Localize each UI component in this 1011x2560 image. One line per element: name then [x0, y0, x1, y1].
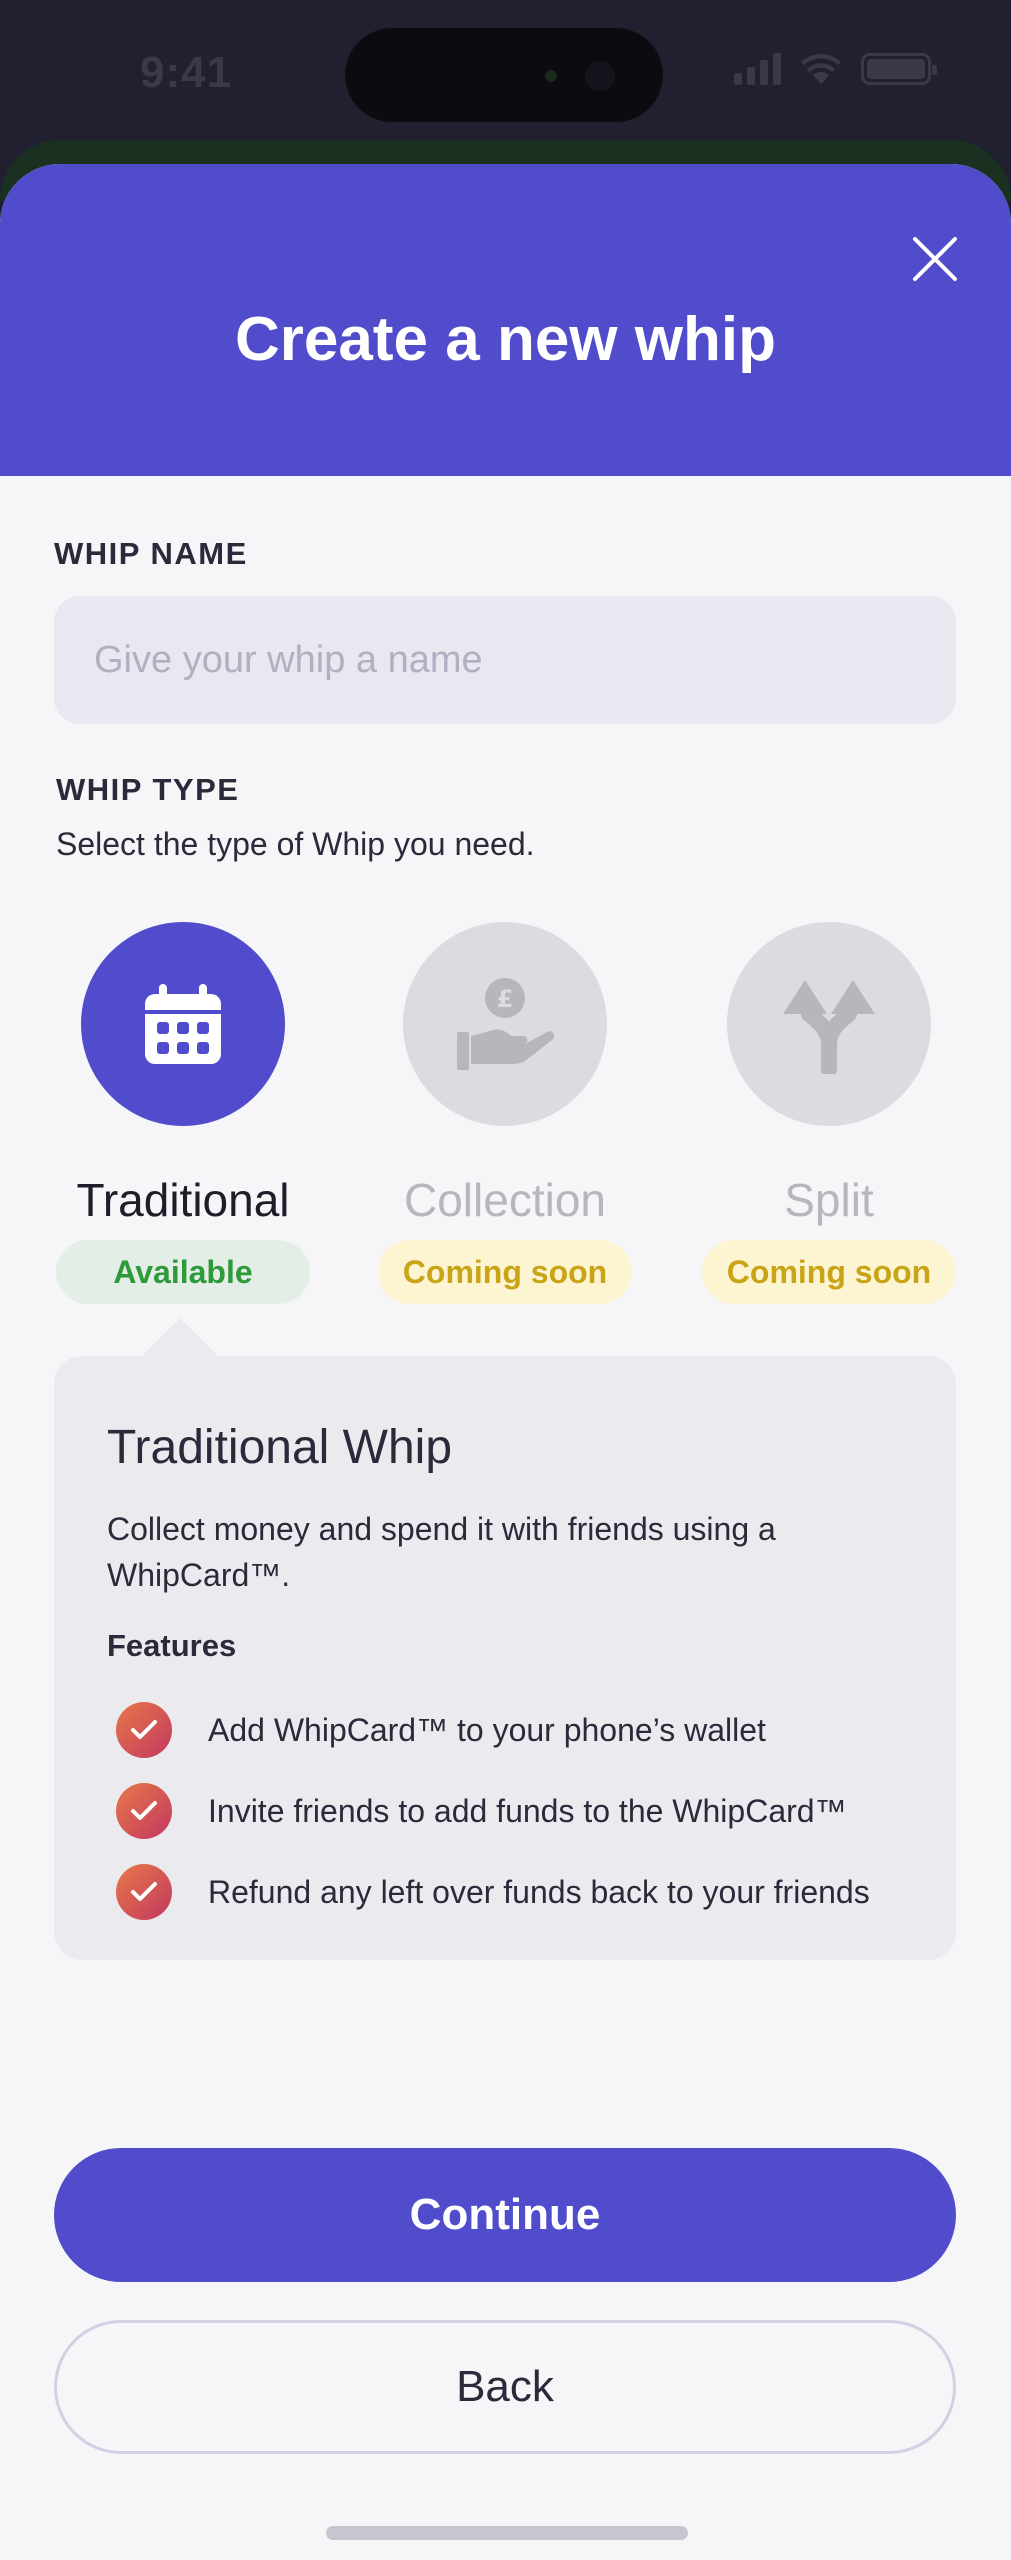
pound-hand-icon: £	[457, 978, 555, 1070]
whip-name-label: WHIP NAME	[54, 536, 248, 571]
type-circle-collection: £	[403, 922, 607, 1126]
dynamic-island	[345, 28, 663, 122]
battery-icon	[861, 53, 937, 85]
info-card-title: Traditional Whip	[107, 1421, 453, 1474]
check-icon	[116, 1783, 172, 1839]
check-icon	[116, 1702, 172, 1758]
type-circle-traditional	[81, 922, 285, 1126]
features-heading: Features	[107, 1628, 237, 1663]
whip-name-input[interactable]	[54, 596, 956, 724]
type-option-traditional[interactable]: Traditional Available	[53, 922, 313, 1304]
feature-text: Invite friends to add funds to the WhipC…	[208, 1792, 847, 1829]
split-arrows-icon	[783, 980, 875, 1074]
svg-text:£: £	[497, 985, 514, 1013]
cellular-signal-icon	[734, 53, 781, 85]
type-name-split: Split	[784, 1174, 874, 1226]
type-option-split[interactable]: Split Coming soon	[699, 922, 959, 1304]
info-card-description: Collect money and spend it with friends …	[107, 1511, 776, 1593]
feature-item: Refund any left over funds back to your …	[116, 1864, 870, 1920]
feature-item: Invite friends to add funds to the WhipC…	[116, 1783, 847, 1839]
type-option-collection[interactable]: £ Collection Coming soon	[375, 922, 635, 1304]
close-button[interactable]	[900, 224, 970, 294]
close-icon	[913, 237, 957, 281]
status-badge-coming-soon: Coming soon	[378, 1240, 632, 1304]
continue-button[interactable]: Continue	[54, 2148, 956, 2282]
check-icon	[116, 1864, 172, 1920]
status-icons	[734, 52, 937, 86]
info-card-pointer	[140, 1318, 220, 1358]
status-badge-coming-soon: Coming soon	[702, 1240, 956, 1304]
wifi-icon	[801, 54, 841, 84]
status-time: 9:41	[140, 48, 233, 97]
whip-type-subtitle: Select the type of Whip you need.	[56, 826, 535, 862]
status-badge-available: Available	[56, 1240, 310, 1304]
whip-type-label: WHIP TYPE	[56, 772, 240, 807]
type-name-collection: Collection	[404, 1174, 606, 1226]
back-button[interactable]: Back	[54, 2320, 956, 2454]
status-bar: 9:41	[0, 0, 1011, 160]
sheet-header: Create a new whip	[0, 164, 1011, 476]
feature-text: Refund any left over funds back to your …	[208, 1873, 870, 1910]
calendar-icon	[145, 984, 221, 1064]
home-indicator	[326, 2526, 688, 2540]
page-title: Create a new whip	[235, 305, 776, 374]
type-circle-split	[727, 922, 931, 1126]
type-name-traditional: Traditional	[76, 1174, 290, 1226]
info-card: Traditional Whip Collect money and spend…	[54, 1356, 956, 1960]
feature-text: Add WhipCard™ to your phone’s wallet	[208, 1711, 766, 1748]
feature-item: Add WhipCard™ to your phone’s wallet	[116, 1702, 766, 1758]
create-whip-sheet: Create a new whip WHIP NAME WHIP TYPE Se…	[0, 164, 1011, 2560]
